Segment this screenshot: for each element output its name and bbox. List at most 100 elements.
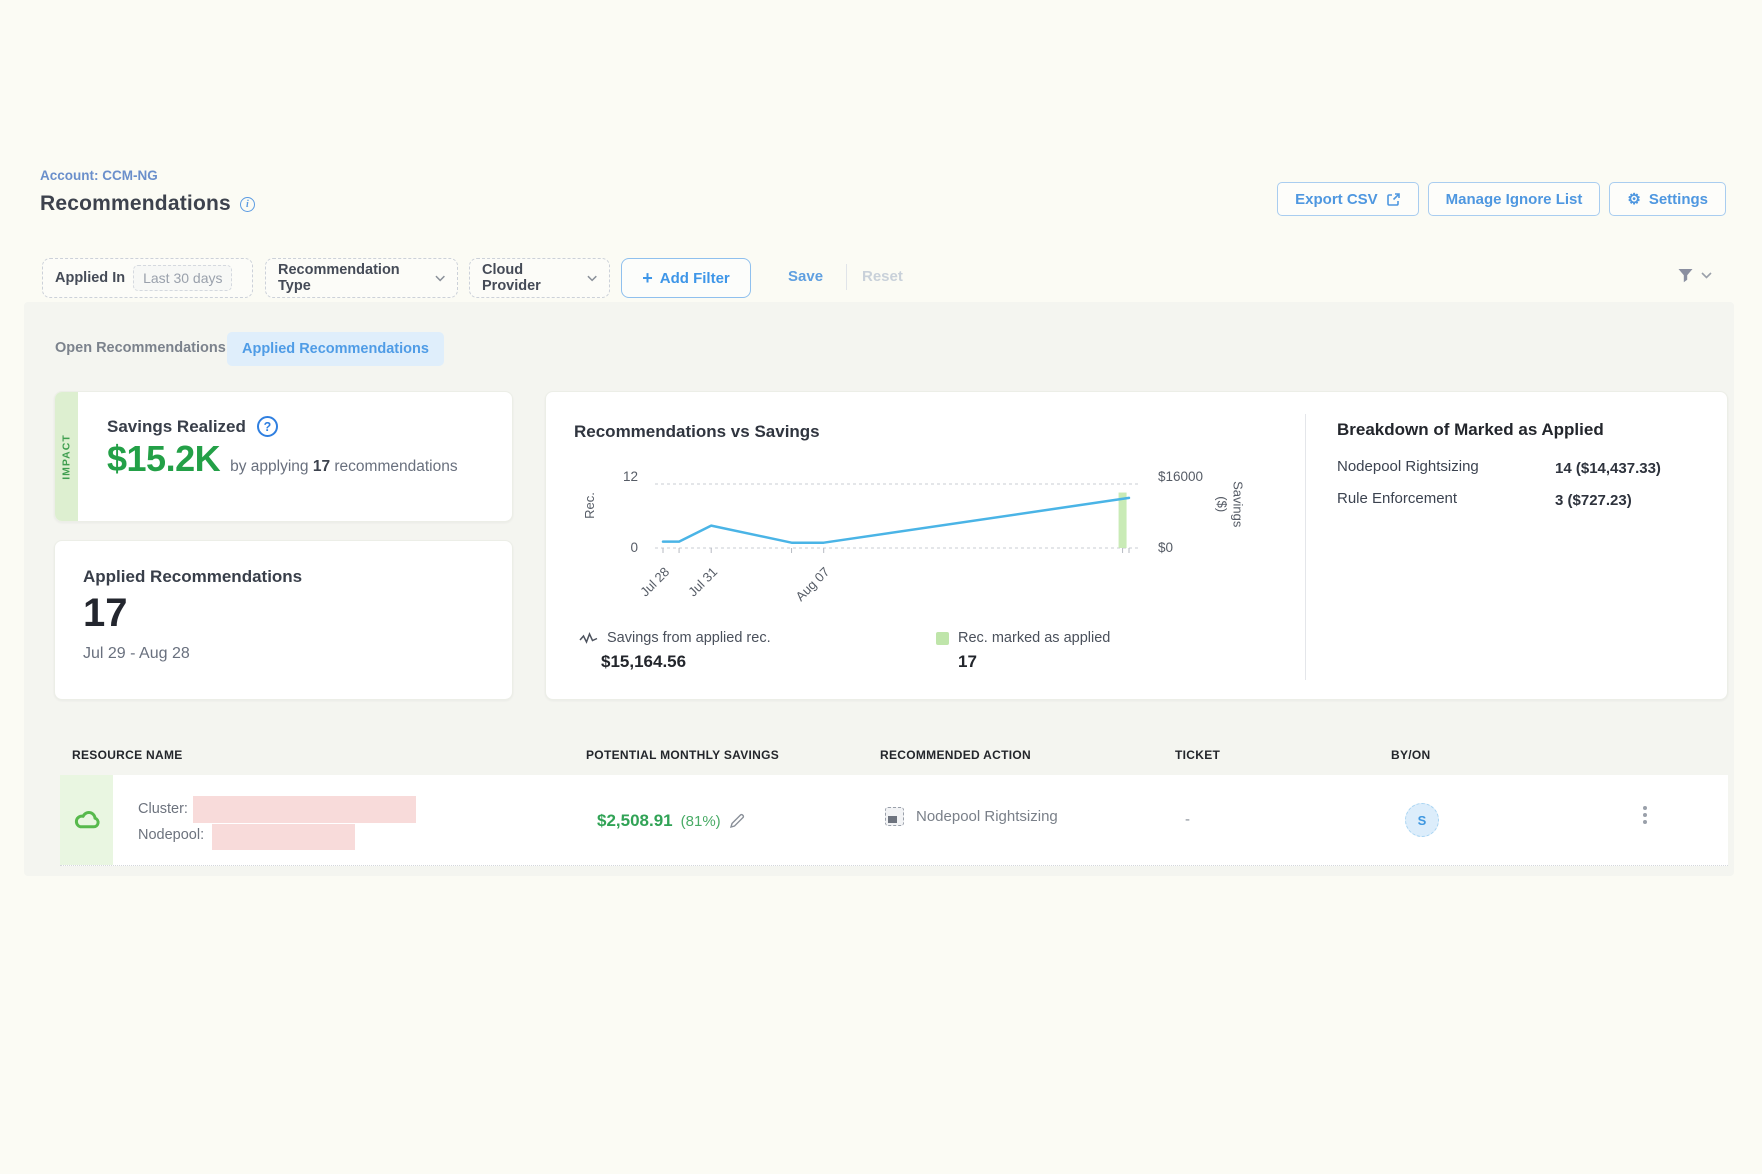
chart-title: Recommendations vs Savings [574,422,820,442]
manage-ignore-list-label: Manage Ignore List [1446,191,1583,208]
applied-card-count: 17 [83,591,128,636]
savings-percent: (81%) [681,813,721,830]
filter-chip-recommendation-type[interactable]: Recommendation Type [265,258,458,298]
export-csv-label: Export CSV [1295,191,1378,208]
savings-realized-title: Savings Realized [107,417,246,437]
column-header-recommended-action: RECOMMENDED ACTION [880,748,1031,762]
right-axis-tick-16000: $16000 [1158,469,1203,484]
breakdown-row-label: Nodepool Rightsizing [1337,458,1555,480]
chevron-down-icon [435,275,445,282]
gear-icon: ⚙ [1627,192,1640,207]
chevron-down-icon [1701,272,1712,279]
tab-open-recommendations[interactable]: Open Recommendations [55,340,226,356]
header-buttons: Export CSV Manage Ignore List ⚙ Settings [1277,182,1726,216]
page-title-row: Recommendations i [40,192,255,216]
cloud-provider-label: Cloud Provider [482,262,579,294]
savings-realized-amount: $15.2K [107,438,220,480]
applied-in-label: Applied In [55,270,125,286]
external-link-icon [1386,192,1401,207]
applied-in-value[interactable]: Last 30 days [133,265,232,291]
legend-savings-value: $15,164.56 [601,652,686,672]
legend-marked-applied: Rec. marked as applied [936,630,1110,646]
green-swatch-icon [936,632,949,645]
savings-realized-card: IMPACT Savings Realized ? $15.2K by appl… [54,391,513,522]
potential-savings-cell: $2,508.91 (81%) [597,811,745,831]
column-header-potential-monthly-savings: POTENTIAL MONTHLY SAVINGS [586,748,779,762]
plus-icon: + [642,268,653,289]
nodepool-icon [885,807,904,826]
card-divider [1305,414,1306,680]
legend-marked-label: Rec. marked as applied [958,630,1110,646]
y-axis-tick-12: 12 [586,469,638,484]
by-on-avatar[interactable]: S [1405,803,1439,837]
column-header-resource-name: RESOURCE NAME [72,748,183,762]
edit-pencil-icon[interactable] [729,813,745,829]
funnel-icon [1676,266,1695,285]
savings-realized-desc: by applying 17 recommendations [230,458,458,476]
applied-recommendations-card: Applied Recommendations 17 Jul 29 - Aug … [54,540,513,700]
legend-marked-value: 17 [958,652,977,672]
info-icon[interactable]: i [240,197,255,212]
legend-savings-label: Savings from applied rec. [607,630,771,646]
breakdown-row-label: Rule Enforcement [1337,490,1555,512]
impact-strip-label: IMPACT [61,434,73,479]
ticket-cell: - [1185,811,1190,828]
impact-strip: IMPACT [55,392,78,521]
column-header-by-on: BY/ON [1391,748,1431,762]
recommendations-vs-savings-card: Recommendations vs Savings 12 0 $16000 $… [545,391,1728,700]
table-row[interactable]: Cluster: Nodepool: $2,508.91 (81%) Nodep… [60,775,1728,866]
breakdown-row: Rule Enforcement 3 ($727.23) [1337,490,1712,512]
add-filter-label: Add Filter [660,270,730,287]
applied-card-title: Applied Recommendations [83,567,302,587]
save-filter-link[interactable]: Save [788,268,823,285]
breakdown-title: Breakdown of Marked as Applied [1337,420,1604,440]
export-csv-button[interactable]: Export CSV [1277,182,1419,216]
cluster-label: Cluster: [138,801,188,817]
add-filter-button[interactable]: + Add Filter [621,258,751,298]
x-axis-tick-jul28: Jul 28 [637,564,672,599]
desc-prefix: by applying [230,458,308,475]
y-axis-label-savings: Savings ($) [1213,473,1246,535]
y-axis-tick-0: 0 [586,540,638,555]
savings-amount: $2,508.91 [597,811,673,831]
settings-button[interactable]: ⚙ Settings [1609,182,1726,216]
redacted-nodepool-name [212,824,355,850]
page-title: Recommendations [40,192,231,216]
pulse-line-icon [579,632,598,645]
breadcrumb-account[interactable]: Account: CCM-NG [40,168,158,183]
legend-savings-line: Savings from applied rec. [579,630,771,646]
redacted-cluster-name [193,796,416,823]
resource-type-cell [60,775,113,865]
tab-applied-label: Applied Recommendations [242,341,429,357]
desc-suffix: recommendations [334,458,457,475]
chevron-down-icon [587,275,597,282]
breakdown-row-value: 3 ($727.23) [1555,490,1685,512]
right-axis-tick-0: $0 [1158,540,1173,555]
settings-label: Settings [1649,191,1708,208]
breakdown-row: Nodepool Rightsizing 14 ($14,437.33) [1337,458,1712,480]
manage-ignore-list-button[interactable]: Manage Ignore List [1428,182,1601,216]
column-header-ticket: TICKET [1175,748,1220,762]
reset-filter-link[interactable]: Reset [862,268,903,285]
cloud-icon [72,808,102,832]
help-icon[interactable]: ? [257,416,278,437]
filter-menu-toggle[interactable] [1676,266,1712,285]
save-reset-divider [846,264,847,290]
breakdown-rows: Nodepool Rightsizing 14 ($14,437.33) Rul… [1337,458,1712,522]
x-axis-tick-aug07: Aug 07 [793,564,833,604]
applied-card-date-range: Jul 29 - Aug 28 [83,645,190,663]
chart-plot [651,476,1141,558]
desc-count: 17 [313,458,330,475]
recommended-action-text: Nodepool Rightsizing [916,808,1058,825]
recommended-action-cell: Nodepool Rightsizing [885,807,1058,826]
breakdown-row-value: 14 ($14,437.33) [1555,458,1685,480]
x-axis-tick-jul31: Jul 31 [685,564,720,599]
filter-chip-applied-in[interactable]: Applied In Last 30 days [42,258,253,298]
row-actions-menu-icon[interactable] [1638,806,1652,824]
tab-applied-recommendations[interactable]: Applied Recommendations [227,332,444,366]
filter-bar: Applied In Last 30 days Recommendation T… [0,258,1762,300]
filter-chip-cloud-provider[interactable]: Cloud Provider [469,258,610,298]
recommendation-type-label: Recommendation Type [278,262,427,294]
nodepool-label: Nodepool: [138,827,204,843]
y-axis-label-rec: Rec. [582,492,597,519]
